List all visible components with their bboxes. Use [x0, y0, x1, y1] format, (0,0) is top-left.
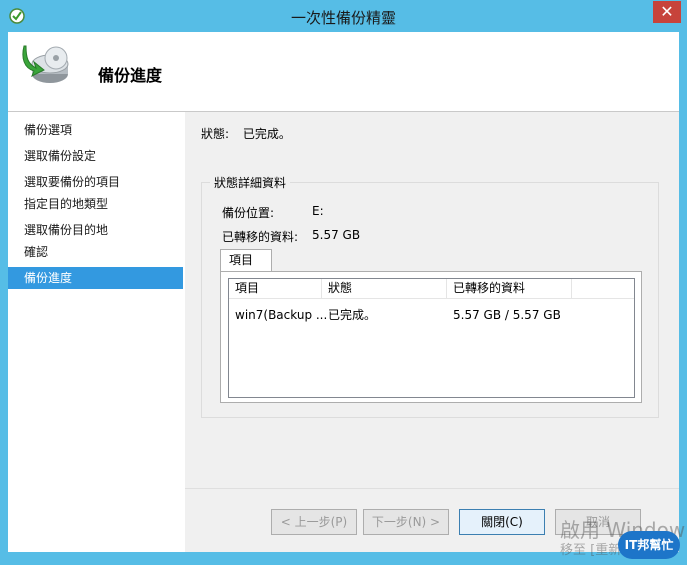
- status-label: 狀態:: [201, 127, 230, 141]
- column-header-item[interactable]: 項目: [229, 279, 322, 299]
- list-header: 項目 狀態 已轉移的資料: [229, 279, 634, 299]
- activation-watermark-sub: 移至 [重新: [560, 543, 622, 558]
- backup-disk-icon: [22, 45, 69, 83]
- close-window-button[interactable]: ✕: [653, 1, 681, 23]
- status-details-group: 狀態詳細資料 備份位置: E: 已轉移的資料: 5.57 GB 項目 項目 狀態…: [201, 174, 659, 418]
- step-backup-progress[interactable]: 備份進度: [8, 267, 183, 289]
- wizard-steps-sidebar: 備份選項 選取備份設定 選取要備份的項目 指定目的地類型 選取備份目的地 確認 …: [8, 112, 185, 552]
- items-tab-panel: 項目 狀態 已轉移的資料 win7(Backup ... 已完成。 5.57 G…: [220, 271, 642, 403]
- ithome-logo: IT邦幫忙: [618, 531, 680, 559]
- backup-location-value: E:: [312, 204, 324, 218]
- close-button[interactable]: 關閉(C): [459, 509, 545, 535]
- main-content: 狀態: 已完成。 狀態詳細資料 備份位置: E: 已轉移的資料: 5.57 GB…: [185, 112, 679, 488]
- page-title: 備份進度: [98, 66, 163, 85]
- step-select-items[interactable]: 選取要備份的項目: [8, 171, 183, 193]
- back-button[interactable]: < 上一步(P): [271, 509, 357, 535]
- step-select-destination[interactable]: 選取備份目的地: [8, 219, 183, 241]
- tab-items[interactable]: 項目: [220, 249, 272, 271]
- next-button[interactable]: 下一步(N) >: [363, 509, 449, 535]
- items-list[interactable]: 項目 狀態 已轉移的資料 win7(Backup ... 已完成。 5.57 G…: [228, 278, 635, 398]
- status-row: 狀態: 已完成。: [201, 125, 301, 142]
- step-select-backup-config[interactable]: 選取備份設定: [8, 145, 183, 167]
- row-item-cell: win7(Backup ...: [235, 308, 328, 322]
- step-backup-options[interactable]: 備份選項: [8, 119, 183, 141]
- column-header-status[interactable]: 狀態: [322, 279, 447, 299]
- step-confirmation[interactable]: 確認: [8, 241, 183, 263]
- backup-location-label: 備份位置:: [222, 206, 275, 220]
- step-destination-type[interactable]: 指定目的地類型: [8, 193, 183, 215]
- row-transferred-cell: 5.57 GB / 5.57 GB: [453, 308, 561, 322]
- status-value: 已完成。: [242, 127, 291, 141]
- transferred-data-value: 5.57 GB: [312, 228, 361, 242]
- window-right-border: [679, 32, 687, 552]
- wizard-window: 一次性備份精靈 ✕ 備份進度 備份選項 選取備份設定 選取要備份的項目 指定目的…: [0, 0, 687, 565]
- row-status-cell: 已完成。: [328, 308, 377, 322]
- wizard-header: 備份進度: [8, 32, 679, 112]
- window-title: 一次性備份精靈: [290, 9, 396, 27]
- status-details-title: 狀態詳細資料: [210, 174, 291, 191]
- title-bar: 一次性備份精靈 ✕: [0, 0, 687, 32]
- column-header-transferred[interactable]: 已轉移的資料: [447, 279, 572, 299]
- transferred-data-label: 已轉移的資料:: [222, 230, 299, 244]
